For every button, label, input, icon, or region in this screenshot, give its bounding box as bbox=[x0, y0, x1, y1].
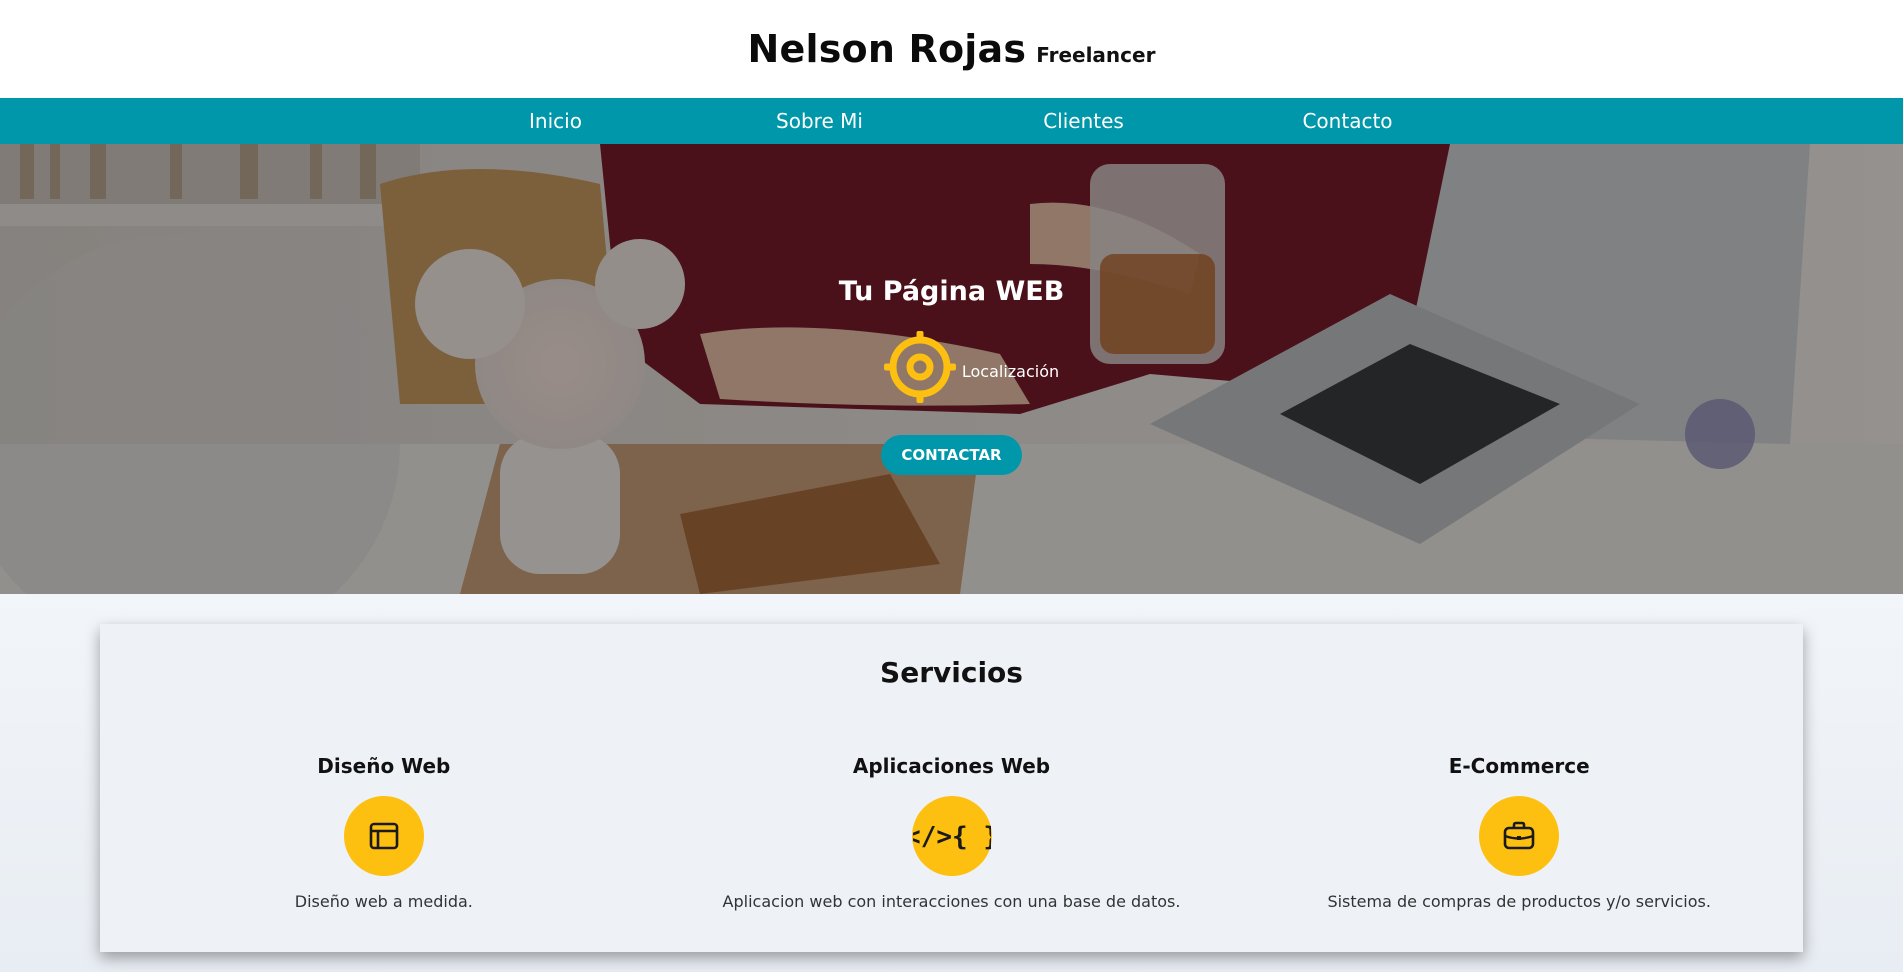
service-aplicaciones-web: Aplicaciones Web </>{ } Aplicacion web c… bbox=[668, 754, 1236, 911]
hero-section: Tu Página WEB Localización CONTACTAR bbox=[0, 144, 1903, 594]
location-label: Localización bbox=[961, 361, 1060, 381]
hero-content: Tu Página WEB Localización CONTACTAR bbox=[0, 144, 1903, 594]
hero-location: Localización bbox=[882, 329, 1059, 409]
brand[interactable]: Nelson Rojas Freelancer bbox=[748, 27, 1156, 71]
service-description: Sistema de compras de productos y/o serv… bbox=[1327, 892, 1711, 911]
service-title: Diseño Web bbox=[317, 754, 451, 778]
service-title: E-Commerce bbox=[1448, 754, 1590, 778]
target-location-icon bbox=[882, 329, 958, 409]
service-diseno-web: Diseño Web Diseño web a medida. bbox=[100, 754, 668, 911]
nav-item-inicio: Inicio bbox=[424, 109, 688, 133]
service-e-commerce: E-Commerce Sistema de compras de product… bbox=[1235, 754, 1803, 911]
nav-item-contacto: Contacto bbox=[1216, 109, 1480, 133]
service-description: Diseño web a medida. bbox=[294, 892, 473, 911]
service-title: Aplicaciones Web bbox=[852, 754, 1051, 778]
hero-title: Tu Página WEB bbox=[838, 276, 1065, 307]
browser-window-icon bbox=[343, 796, 424, 876]
briefcase-icon bbox=[1479, 796, 1560, 876]
code-braces-icon: </>{ } bbox=[911, 796, 992, 876]
nav-link-clientes[interactable]: Clientes bbox=[952, 109, 1216, 133]
nav-list: Inicio Sobre Mi Clientes Contacto bbox=[424, 109, 1480, 133]
services-title: Servicios bbox=[880, 656, 1023, 689]
site-header: Nelson Rojas Freelancer bbox=[0, 0, 1903, 98]
services-section: Servicios Diseño Web Diseño web a medida… bbox=[0, 594, 1903, 972]
nav-link-contacto[interactable]: Contacto bbox=[1216, 109, 1480, 133]
service-description: Aplicacion web con interacciones con una… bbox=[722, 892, 1181, 911]
nav-link-sobre-mi[interactable]: Sobre Mi bbox=[688, 109, 952, 133]
main-nav: Inicio Sobre Mi Clientes Contacto bbox=[0, 98, 1903, 144]
nav-item-clientes: Clientes bbox=[952, 109, 1216, 133]
nav-item-sobre-mi: Sobre Mi bbox=[688, 109, 952, 133]
services-grid: Diseño Web Diseño web a medida. Aplicaci… bbox=[100, 754, 1803, 911]
brand-name: Nelson Rojas bbox=[747, 27, 1027, 71]
contact-cta-button[interactable]: CONTACTAR bbox=[881, 435, 1022, 475]
services-card: Servicios Diseño Web Diseño web a medida… bbox=[100, 624, 1803, 952]
brand-tagline: Freelancer bbox=[1036, 43, 1156, 67]
svg-text:</>{ }: </>{ } bbox=[913, 822, 991, 852]
nav-link-inicio[interactable]: Inicio bbox=[424, 109, 688, 133]
